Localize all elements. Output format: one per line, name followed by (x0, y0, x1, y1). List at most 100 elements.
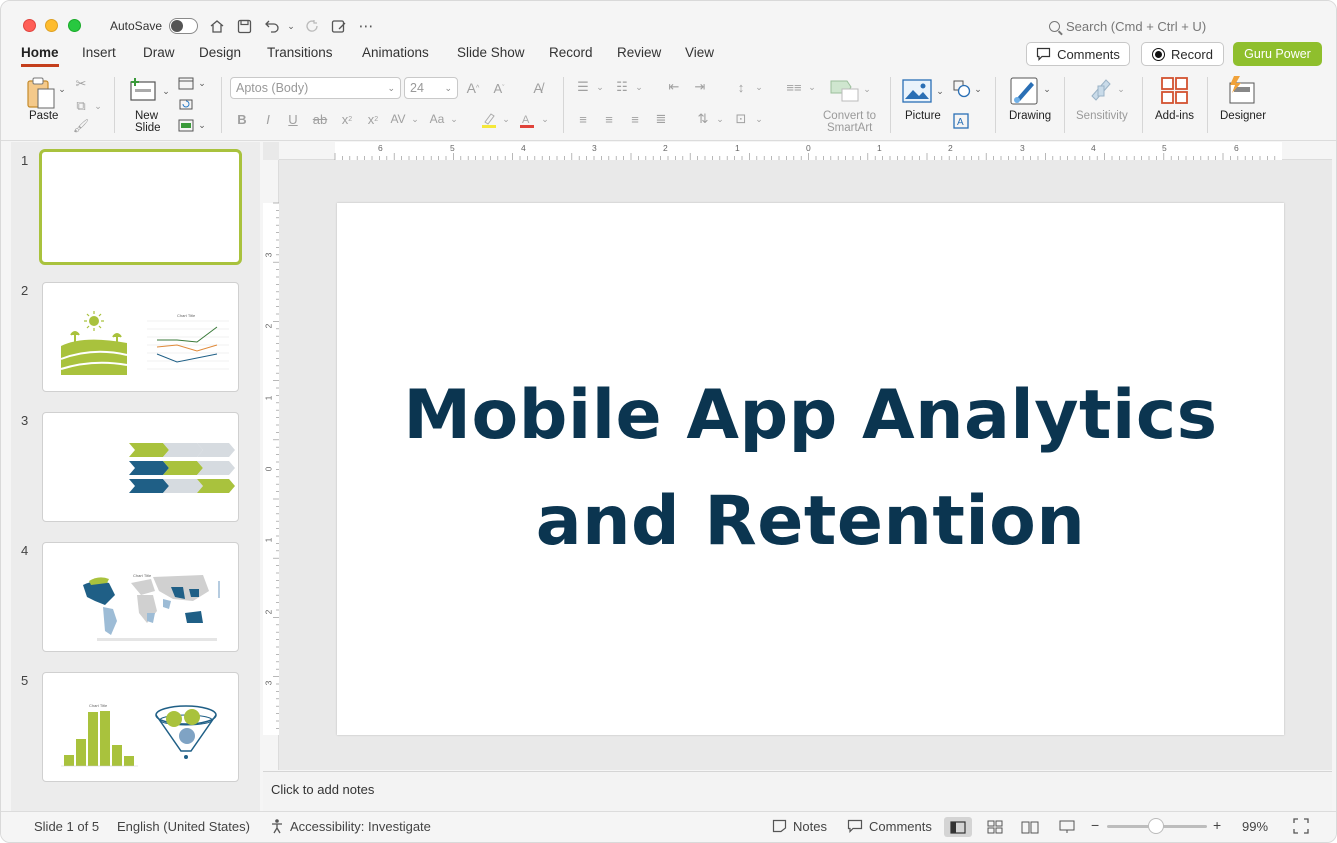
autosave-toggle[interactable] (169, 18, 198, 34)
text-direction-icon[interactable]: ⇅ (694, 111, 712, 127)
increase-indent-icon[interactable]: ⇥ (691, 79, 709, 95)
drawing-icon[interactable] (1008, 75, 1042, 107)
font-name-dropdown[interactable]: Aptos (Body) ⌄ (230, 77, 401, 99)
cut-icon[interactable]: ✂ (73, 76, 89, 92)
smartart-dropdown-icon[interactable]: ⌄ (862, 81, 872, 97)
layout-icon[interactable] (177, 75, 195, 91)
undo-dropdown-icon[interactable]: ⌄ (281, 16, 301, 36)
text-box-icon[interactable]: A (952, 112, 970, 130)
align-text-dropdown-icon[interactable]: ⌄ (754, 111, 764, 127)
tab-transitions[interactable]: Transitions (267, 45, 333, 64)
new-slide-dropdown-icon[interactable]: ⌄ (161, 83, 171, 99)
change-case-dropdown-icon[interactable]: ⌄ (449, 111, 459, 127)
designer-icon[interactable] (1225, 74, 1259, 106)
zoom-slider-handle[interactable] (1148, 818, 1164, 834)
clear-formatting-icon[interactable]: A̸ (529, 79, 547, 97)
save-icon[interactable] (234, 16, 254, 36)
minimize-window-button[interactable] (45, 19, 58, 32)
shapes-dropdown-icon[interactable]: ⌄ (973, 81, 983, 97)
close-window-button[interactable] (23, 19, 36, 32)
highlight-dropdown-icon[interactable]: ⌄ (501, 111, 511, 127)
increase-font-size-icon[interactable]: A ^ (464, 79, 482, 97)
add-ins-icon[interactable] (1159, 75, 1191, 107)
search-box[interactable]: Search (Cmd + Ctrl + U) (1049, 19, 1206, 34)
shapes-icon[interactable] (952, 79, 972, 99)
bullets-icon[interactable]: ☰ (574, 79, 592, 95)
tab-design[interactable]: Design (199, 45, 241, 64)
layout-dropdown-icon[interactable]: ⌄ (197, 75, 207, 91)
italic-icon[interactable]: I (260, 111, 276, 127)
guru-power-button[interactable]: Guru Power (1233, 42, 1322, 66)
section-icon[interactable] (177, 117, 195, 133)
slide-thumbnail-4[interactable]: Chart Title (42, 542, 239, 652)
smartart-icon[interactable] (827, 76, 861, 104)
paste-dropdown-icon[interactable]: ⌄ (57, 81, 67, 97)
character-spacing-dropdown-icon[interactable]: ⌄ (410, 111, 420, 127)
sensitivity-icon[interactable] (1086, 75, 1116, 105)
zoom-out-button[interactable]: − (1091, 817, 1099, 833)
font-size-dropdown[interactable]: 24 ⌄ (404, 77, 458, 99)
slide-editor[interactable]: 6 5 4 3 2 1 0 1 2 3 4 5 6 3 2 1 0 1 2 3 (263, 142, 1332, 770)
slide-sorter-button[interactable] (981, 817, 1009, 837)
tab-draw[interactable]: Draw (143, 45, 175, 64)
align-left-icon[interactable]: ≡ (574, 111, 592, 127)
tab-review[interactable]: Review (617, 45, 661, 64)
columns-icon[interactable]: ≡≡ (785, 79, 803, 95)
tab-insert[interactable]: Insert (82, 45, 116, 64)
columns-dropdown-icon[interactable]: ⌄ (807, 79, 817, 95)
undo-icon[interactable] (262, 16, 282, 36)
decrease-font-size-icon[interactable]: Aˇ (490, 79, 508, 97)
font-color-icon[interactable]: A (518, 111, 536, 129)
bold-icon[interactable]: B (234, 111, 250, 127)
font-color-dropdown-icon[interactable]: ⌄ (540, 111, 550, 127)
align-center-icon[interactable]: ≡ (600, 111, 618, 127)
notes-pane[interactable]: Click to add notes (263, 771, 1332, 811)
slide-title[interactable]: Mobile App Analytics and Retention (377, 363, 1244, 575)
notes-toggle[interactable]: Notes (793, 819, 827, 834)
picture-icon[interactable] (901, 77, 933, 105)
slide-thumbnail-5[interactable]: Chart Title (42, 672, 239, 782)
tab-view[interactable]: View (685, 45, 714, 64)
home-icon[interactable] (207, 16, 227, 36)
line-spacing-icon[interactable]: ↕ (732, 79, 750, 95)
change-case-icon[interactable]: Aa (426, 111, 448, 127)
format-painter-icon[interactable]: 🖌 (73, 118, 90, 134)
strikethrough-icon[interactable]: ab (311, 111, 329, 127)
slide-thumbnail-panel[interactable]: 1 2 Chart Title 3 4 Chart Title 5 Chart … (11, 142, 260, 811)
numbering-dropdown-icon[interactable]: ⌄ (634, 79, 644, 95)
zoom-in-button[interactable]: + (1213, 817, 1221, 833)
slide-thumbnail-2[interactable]: Chart Title (42, 282, 239, 392)
tab-slide-show[interactable]: Slide Show (457, 45, 525, 64)
comments-button[interactable]: Comments (1026, 42, 1130, 66)
justify-icon[interactable]: ≣ (652, 111, 670, 127)
line-spacing-dropdown-icon[interactable]: ⌄ (754, 79, 764, 95)
paste-icon[interactable] (23, 75, 59, 111)
align-right-icon[interactable]: ≡ (626, 111, 644, 127)
slide-thumbnail-3[interactable] (42, 412, 239, 522)
new-slide-icon[interactable] (127, 75, 159, 105)
zoom-level[interactable]: 99% (1242, 819, 1268, 834)
slide-thumbnail-1[interactable] (39, 149, 242, 265)
language-indicator[interactable]: English (United States) (117, 819, 250, 834)
text-direction-dropdown-icon[interactable]: ⌄ (715, 111, 725, 127)
tab-record[interactable]: Record (549, 45, 593, 64)
highlight-icon[interactable] (480, 111, 498, 129)
normal-view-button[interactable] (944, 817, 972, 837)
section-dropdown-icon[interactable]: ⌄ (197, 117, 207, 133)
align-text-icon[interactable]: ⊡ (732, 111, 750, 127)
slideshow-view-button[interactable] (1053, 817, 1081, 837)
underline-icon[interactable]: U (285, 111, 301, 127)
drawing-dropdown-icon[interactable]: ⌄ (1042, 81, 1052, 97)
tab-home[interactable]: Home (21, 45, 59, 67)
tab-animations[interactable]: Animations (362, 45, 429, 64)
decrease-indent-icon[interactable]: ⇤ (665, 79, 683, 95)
reading-view-button[interactable] (1016, 817, 1044, 837)
subscript-icon[interactable]: x2 (365, 111, 381, 127)
zoom-window-button[interactable] (68, 19, 81, 32)
copy-dropdown-icon[interactable]: ⌄ (93, 98, 103, 114)
print-preview-icon[interactable] (329, 16, 349, 36)
sensitivity-dropdown-icon[interactable]: ⌄ (1116, 81, 1126, 97)
redo-icon[interactable] (302, 16, 322, 36)
numbering-icon[interactable]: ☷ (613, 79, 631, 95)
copy-icon[interactable]: ⧉ (73, 98, 89, 114)
